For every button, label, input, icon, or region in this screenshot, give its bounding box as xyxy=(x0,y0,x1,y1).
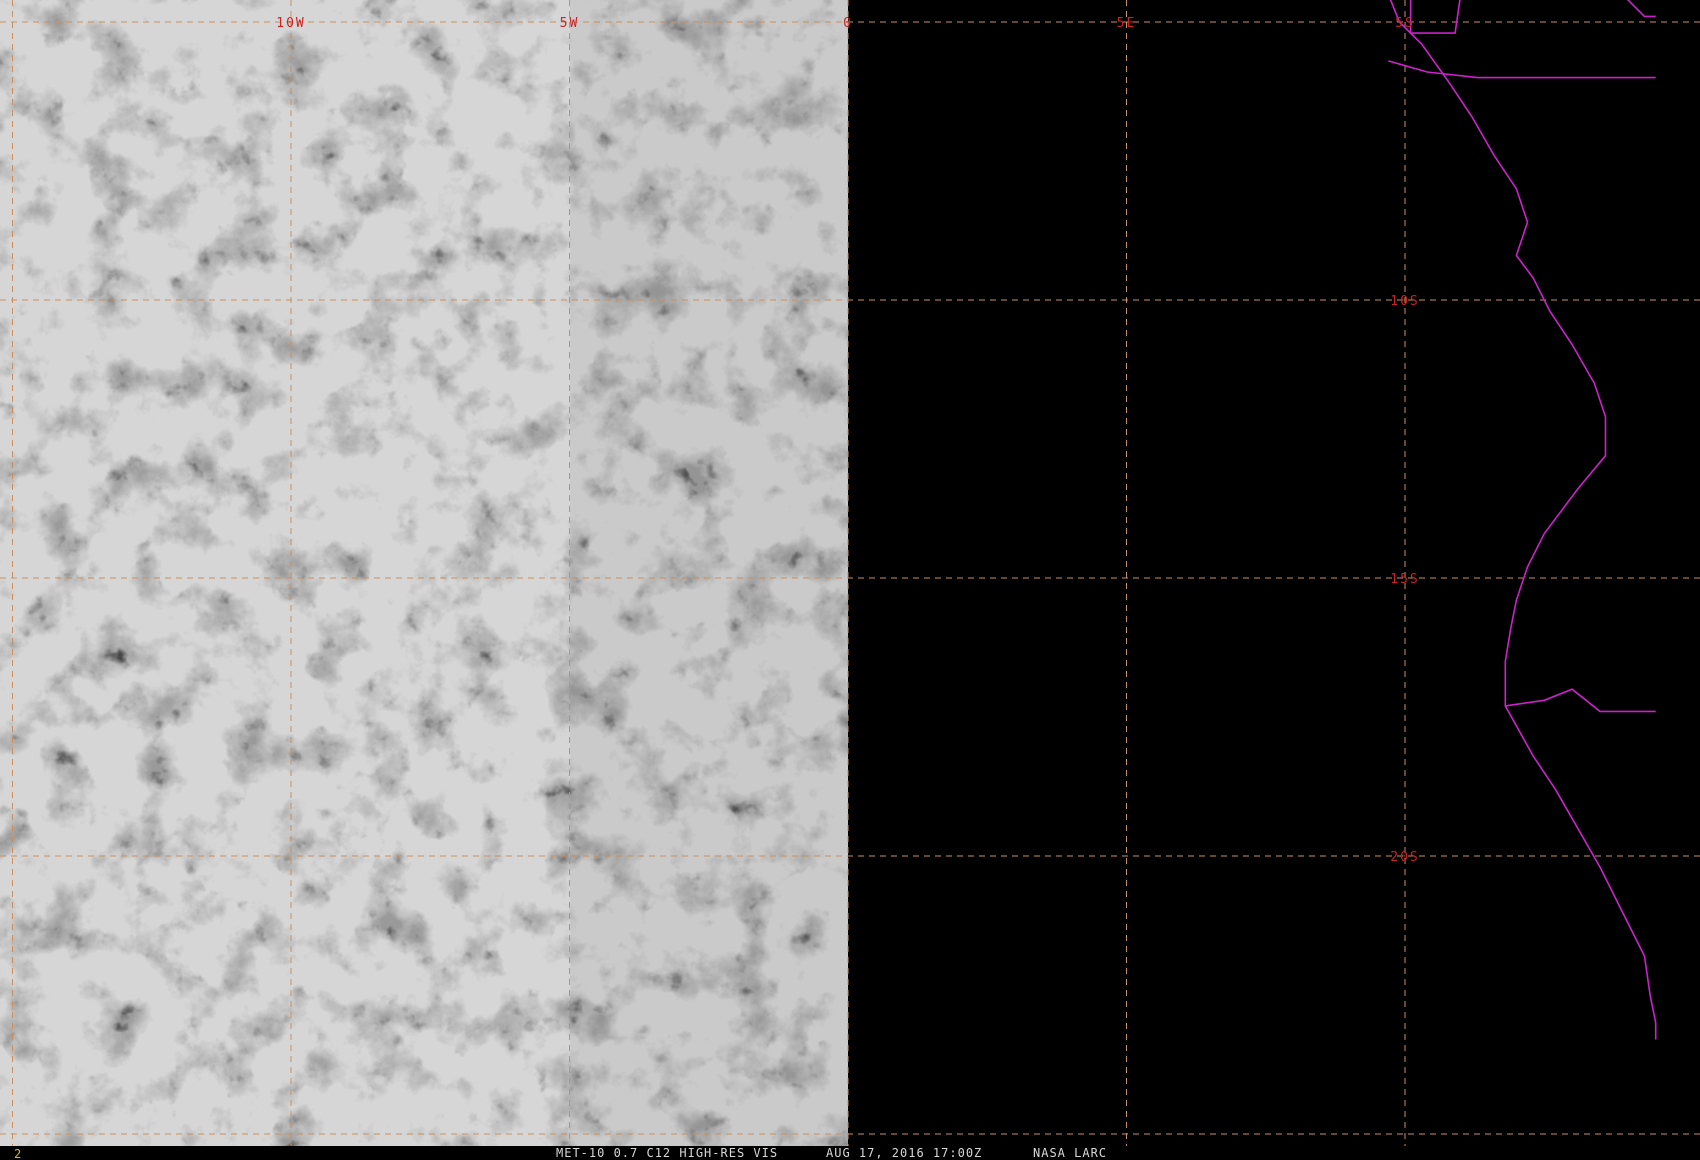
frame-number: 2 xyxy=(14,1147,22,1160)
lat-label-20S: 20S xyxy=(1390,850,1419,865)
lon-label-5E: 5E xyxy=(1117,16,1137,31)
lat-label-10S: 10S xyxy=(1390,294,1419,309)
cloud-imagery xyxy=(0,0,848,1146)
satellite-map: 10W 5W 0 5E 5S 10S 15S 20S 2 MET-10 0.7 C12 HIG… xyxy=(0,0,1700,1160)
lat-label-5S: 5S xyxy=(1395,16,1415,31)
lon-label-0: 0 xyxy=(843,16,853,31)
lon-label-5W: 5W xyxy=(560,16,580,31)
source-label: NASA LARC xyxy=(1033,1146,1107,1160)
lat-label-15S: 15S xyxy=(1390,572,1419,587)
datetime-label: AUG 17, 2016 17:00Z xyxy=(826,1146,982,1160)
lon-label-10W: 10W xyxy=(276,16,305,31)
product-label: MET-10 0.7 C12 HIGH-RES VIS xyxy=(556,1146,778,1160)
